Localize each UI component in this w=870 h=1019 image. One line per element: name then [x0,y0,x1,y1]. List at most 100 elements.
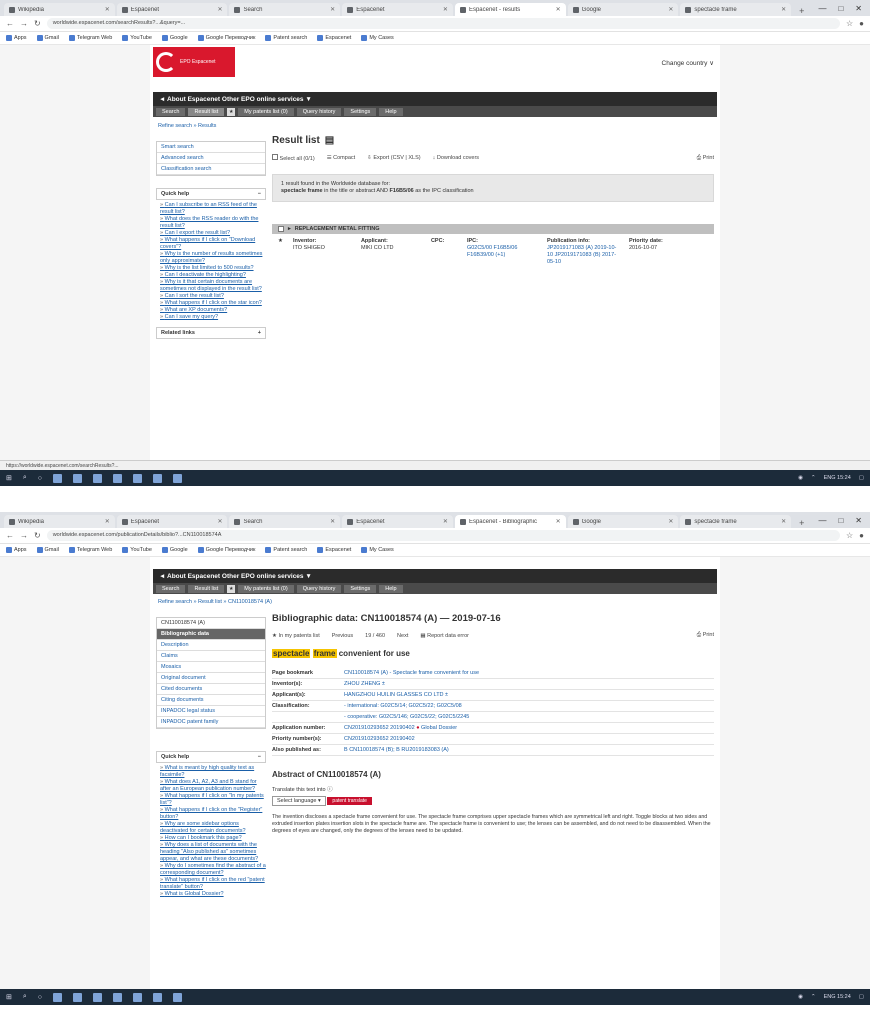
export-button[interactable]: ⇩ Export (CSV | XLS) [367,155,420,161]
smart-search-link[interactable]: Smart search [157,142,265,153]
quick-help-link[interactable]: Why is the number of results sometimes o… [160,251,266,265]
classification-search-link[interactable]: Classification search [157,164,265,175]
quick-help-link[interactable]: What does the RSS reader do with the res… [160,216,266,230]
browser-tab[interactable]: Espacenet ✕ [342,515,453,528]
menu-search[interactable]: Search [156,107,186,116]
notifications-icon[interactable]: ▢ [859,475,864,481]
nav-cited-documents[interactable]: Cited documents [157,684,265,695]
nav-claims[interactable]: Claims [157,651,265,662]
url-input[interactable]: worldwide.espacenet.com/publicationDetai… [46,530,840,541]
report-data-error-button[interactable]: ▦ Report data error [420,633,469,639]
forward-icon[interactable]: → [20,531,28,540]
print-button[interactable]: ⎙ Print [697,155,714,162]
espacenet-logo[interactable]: EPO Espacenet [153,47,235,77]
nav-bibliographic-data[interactable]: Bibliographic data [157,629,265,640]
menu-help[interactable]: Help [379,584,403,593]
top-navigation[interactable]: ◄ About Espacenet Other EPO online servi… [153,92,717,106]
breadcrumb[interactable]: Refine search » Results [158,123,216,129]
quick-help-link[interactable]: What does A1, A2, A3 and B stand for aft… [160,779,266,793]
quick-help-link[interactable]: Can I save my query? [160,314,266,321]
profile-icon[interactable]: ● [859,531,864,540]
quick-help-link[interactable]: Can I export the result list? [160,230,266,237]
nav-mosaics[interactable]: Mosaics [157,662,265,673]
close-icon[interactable]: ✕ [668,518,673,525]
compact-button[interactable]: ☰ Compact [327,155,355,161]
browser-tab[interactable]: Google ✕ [567,3,679,16]
mail-icon[interactable] [93,473,103,483]
browser-tab[interactable]: Wikipedia ✕ [4,515,115,528]
cortana-icon[interactable]: ○ [38,475,42,482]
bookmark-item[interactable]: Gmail [36,547,59,553]
bookmark-item[interactable]: Telegram Web [68,35,112,41]
print-button[interactable]: ⎙ Print [697,632,714,639]
bookmark-item[interactable]: Google [161,547,188,553]
bookmark-item[interactable]: Espacenet [317,547,351,553]
browser-tab[interactable]: Google ✕ [567,515,679,528]
menu-query-history[interactable]: Query history [296,107,342,116]
bookmark-item[interactable]: Google [161,35,188,41]
bookmark-item[interactable]: YouTube [122,35,152,41]
close-icon[interactable]: ✕ [330,6,335,13]
browser-tab-active[interactable]: Espacenet - Bibliographic ✕ [454,515,566,528]
quick-help-header[interactable]: Quick help − [156,188,266,200]
previous-button[interactable]: Previous [332,633,353,639]
advanced-search-link[interactable]: Advanced search [157,153,265,164]
global-dossier-link[interactable]: Global Dossier [421,725,457,731]
bookmark-item[interactable]: My Cases [361,547,394,553]
mail-icon[interactable] [93,992,103,1002]
menu-search[interactable]: Search [156,584,186,593]
browser-tab[interactable]: Wikipedia ✕ [4,3,115,16]
task-view-icon[interactable] [53,473,63,483]
language-select[interactable]: Select language ▾ [272,796,326,806]
menu-result-list[interactable]: Result list [188,107,225,116]
quick-help-link[interactable]: Can I subscribe to an RSS feed of the re… [160,202,266,216]
star-icon[interactable]: ☆ [846,19,853,28]
star-icon[interactable]: ☆ [846,531,853,540]
close-icon[interactable]: ✕ [217,6,222,13]
clock[interactable]: ENG 15:24 [824,475,851,481]
close-icon[interactable]: ✕ [105,518,110,525]
app-icon[interactable] [173,473,183,483]
bookmark-item[interactable]: Patent search [265,35,307,41]
result-publication-info[interactable]: Publication info: JP2019171083 (A) 2019-1… [547,238,619,266]
expand-icon[interactable]: ▸ [288,226,291,232]
reload-icon[interactable]: ↻ [34,531,41,540]
bookmark-item[interactable]: Google Переводчик [197,547,255,553]
rss-icon[interactable]: ▤ [325,135,334,146]
quick-help-link[interactable]: Can I sort the result list? [160,293,266,300]
bookmark-item[interactable]: My Cases [361,35,394,41]
close-icon[interactable]: ✕ [781,518,786,525]
result-title[interactable]: REPLACEMENT METAL FITTING [295,226,380,232]
browser-tab[interactable]: Espacenet ✕ [116,3,228,16]
menu-my-patents[interactable]: My patents list (0) [238,584,294,593]
clock[interactable]: ENG 15:24 [824,994,851,1000]
quick-help-link[interactable]: Why do I sometimes find the abstract of … [160,863,266,877]
bookmark-item[interactable]: Telegram Web [68,547,112,553]
bookmark-item[interactable]: Patent search [265,547,307,553]
menu-query-history[interactable]: Query history [296,584,342,593]
quick-help-link[interactable]: What is Global Dossier? [160,891,266,898]
app-icon[interactable] [153,992,163,1002]
network-icon[interactable]: ⌃ [811,994,816,1000]
network-icon[interactable]: ⌃ [811,475,816,481]
in-my-patents-list-button[interactable]: ★ In my patents list [272,633,320,639]
related-links-header[interactable]: Related links + [156,327,266,339]
minimize-icon[interactable]: — [818,4,826,13]
close-window-icon[interactable]: ✕ [855,4,862,13]
new-tab-button[interactable]: + [793,518,810,528]
store-icon[interactable] [113,473,123,483]
quick-help-link[interactable]: Why are some sidebar options deactivated… [160,821,266,835]
quick-help-link[interactable]: What happens if I click on the star icon… [160,300,266,307]
close-icon[interactable]: ✕ [217,518,222,525]
menu-help[interactable]: Help [379,107,403,116]
menu-my-patents[interactable]: My patents list (0) [238,107,294,116]
app-icon[interactable] [173,992,183,1002]
bookmark-item[interactable]: Apps [6,35,27,41]
forward-icon[interactable]: → [20,19,28,28]
browser-tab[interactable]: Search ✕ [229,515,341,528]
bookmark-item[interactable]: Gmail [36,35,59,41]
notifications-icon[interactable]: ▢ [859,994,864,1000]
result-checkbox[interactable] [278,226,284,232]
change-country-link[interactable]: Change country ∨ [662,59,714,67]
tray-app-icon[interactable]: ◉ [798,475,803,481]
